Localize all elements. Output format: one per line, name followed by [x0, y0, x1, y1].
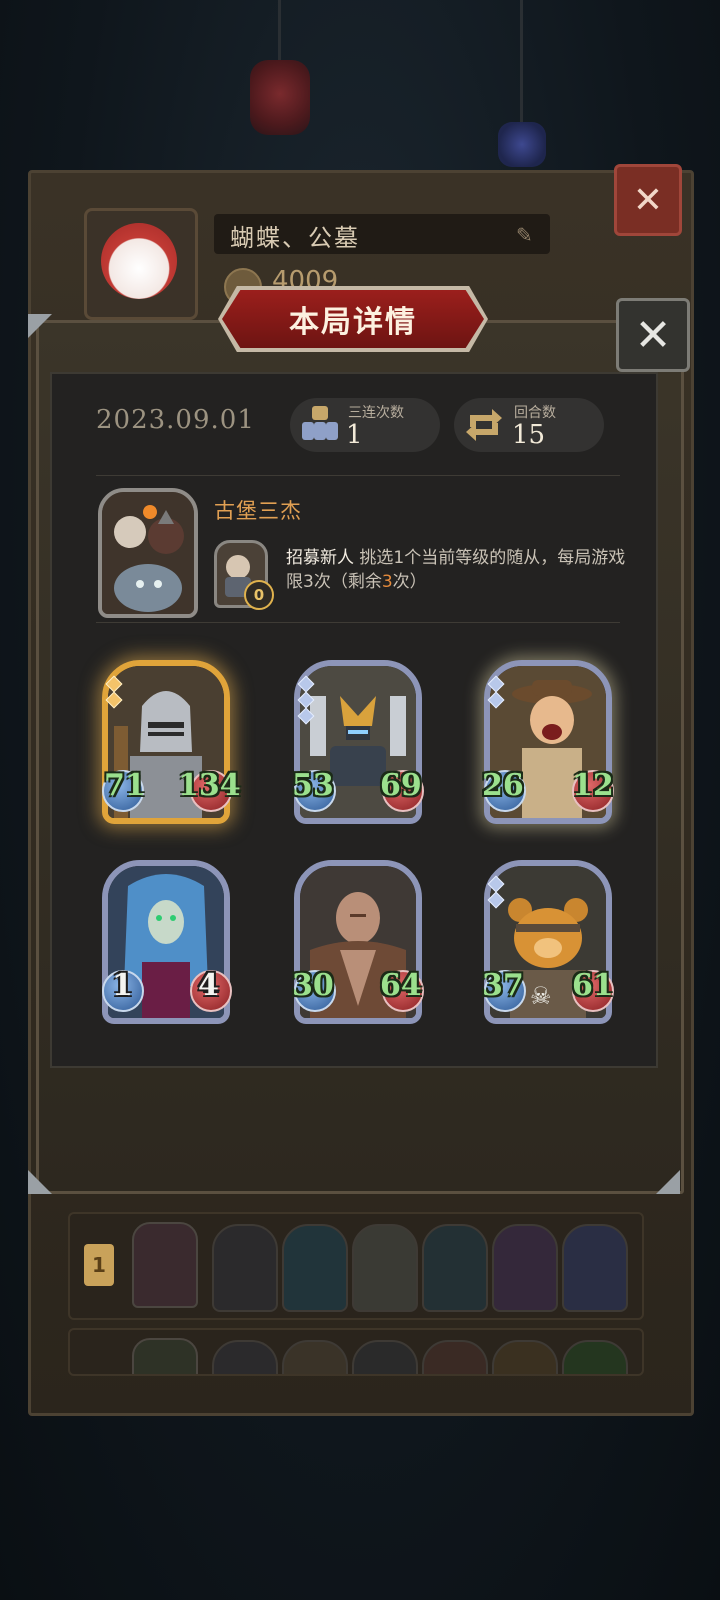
skill-text-end: 次）: [392, 572, 427, 592]
rounds-label: 回合数: [514, 405, 556, 421]
rounds-icon: [466, 409, 502, 441]
avatar-face: [101, 223, 177, 299]
skill-name: 招募新人: [286, 548, 354, 568]
triple-count-stat: 三连次数 1: [290, 398, 440, 452]
minion-thumbnail: [282, 1224, 348, 1312]
hero-name: 古堡三杰: [214, 499, 302, 523]
match-date: 2023.09.01: [96, 405, 255, 435]
ranking-row[interactable]: [68, 1328, 644, 1376]
lamp-rope: [520, 0, 523, 122]
minion-health: 61: [572, 968, 614, 1003]
minion-card[interactable]: 53 69: [292, 660, 424, 824]
minion-health: 12: [572, 768, 614, 803]
minion-thumbnail: [282, 1340, 348, 1374]
minion-thumbnail: [492, 1224, 558, 1312]
minion-thumbnail: [352, 1224, 418, 1312]
minion-attack: 37: [482, 968, 524, 1003]
minion-health: 69: [380, 768, 422, 803]
minion-thumbnail: [212, 1224, 278, 1312]
minion-attack: 1: [112, 968, 133, 1003]
minion-thumbnail: [422, 1224, 488, 1312]
hero-thumbnail: [132, 1338, 198, 1374]
minion-card[interactable]: ☠ 37 61: [482, 860, 614, 1024]
minion-card[interactable]: 30 64: [292, 860, 424, 1024]
skill-remaining: 3: [381, 572, 393, 592]
rounds-stat: 回合数 15: [454, 398, 604, 452]
minion-card[interactable]: 26 12: [482, 660, 614, 824]
rank-badge: 1: [84, 1244, 114, 1286]
blue-lantern: [498, 122, 546, 167]
title-plate: 本局详情: [222, 290, 484, 348]
lamp-rope: [278, 0, 281, 60]
minion-thumbnail: [562, 1340, 628, 1374]
minion-card[interactable]: 71 134: [102, 660, 241, 824]
divider: [96, 475, 620, 476]
minion-health: 134: [178, 768, 241, 803]
triple-icon: [302, 406, 338, 440]
profile-avatar: [84, 208, 198, 320]
minion-thumbnail: [492, 1340, 558, 1374]
red-lantern: [250, 60, 310, 135]
skill-cost: 0: [244, 580, 274, 610]
minion-attack: 71: [104, 768, 146, 803]
rounds-value: 15: [512, 420, 546, 450]
minion-card[interactable]: 1 4: [102, 860, 232, 1024]
triple-count-value: 1: [346, 420, 363, 450]
hero-portrait[interactable]: [98, 488, 198, 618]
minion-thumbnail: [352, 1340, 418, 1374]
minion-attack: 26: [482, 768, 524, 803]
close-icon: ✕: [634, 309, 672, 361]
minion-health: 4: [198, 968, 219, 1003]
minion-thumbnail: [562, 1224, 628, 1312]
edit-pencil-icon[interactable]: ✎: [516, 223, 533, 247]
close-button[interactable]: ✕: [616, 298, 690, 372]
hero-portrait-art: [102, 492, 194, 614]
modal-title: 本局详情: [289, 305, 417, 340]
minion-attack: 53: [292, 768, 334, 803]
triple-count-label: 三连次数: [348, 405, 404, 421]
skill-description: 招募新人 挑选1个当前等级的随从，每局游戏限3次（剩余3次）: [286, 546, 638, 594]
minion-thumbnail: [422, 1340, 488, 1374]
skull-icon: ☠: [530, 982, 552, 1010]
minion-thumbnail: [212, 1340, 278, 1374]
minion-health: 64: [380, 968, 422, 1003]
minion-attack: 30: [292, 968, 334, 1003]
profile-name: 蝴蝶、公墓: [230, 224, 360, 252]
ranking-row[interactable]: 1: [68, 1212, 644, 1320]
divider: [96, 622, 620, 623]
hero-thumbnail: [132, 1222, 198, 1308]
profile-close-button[interactable]: ✕: [614, 164, 682, 236]
